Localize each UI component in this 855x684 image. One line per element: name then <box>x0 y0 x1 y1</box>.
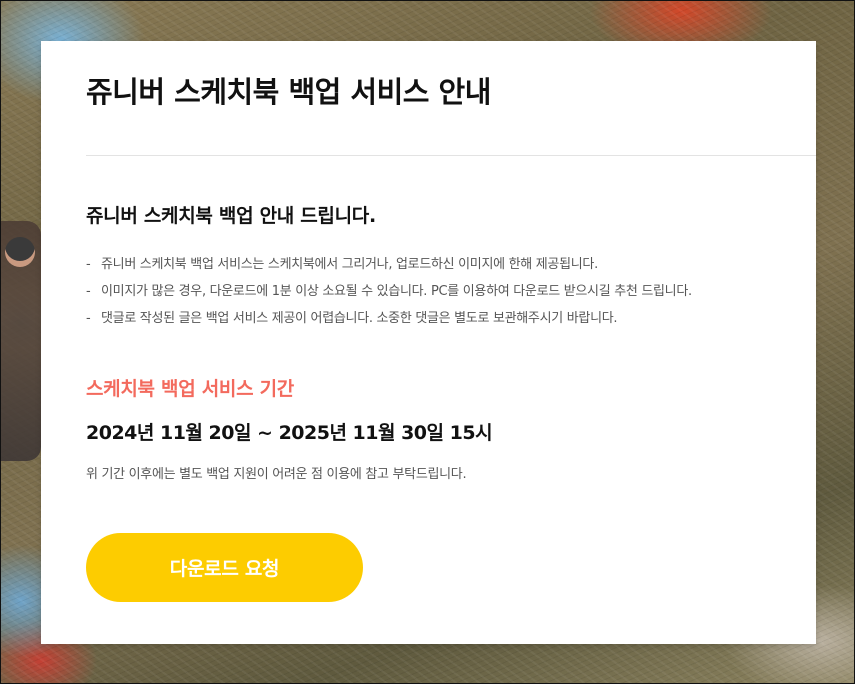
bullet-dash: - <box>86 311 91 326</box>
service-period-note: 위 기간 이후에는 별도 백업 지원이 어려운 점 이용에 참고 부탁드립니다. <box>86 467 467 482</box>
bullet-dash: - <box>86 284 91 299</box>
notice-item-text: 댓글로 작성된 글은 백업 서비스 제공이 어렵습니다. 소중한 댓글은 별도로… <box>101 311 618 326</box>
bullet-dash: - <box>86 257 91 272</box>
notice-item-text: 이미지가 많은 경우, 다운로드에 1분 이상 소요될 수 있습니다. PC를 … <box>101 284 692 299</box>
notice-item-text: 쥬니버 스케치북 백업 서비스는 스케치북에서 그리거나, 업로드하신 이미지에… <box>101 257 598 272</box>
notice-item: - 쥬니버 스케치북 백업 서비스는 스케치북에서 그리거나, 업로드하신 이미지… <box>86 251 796 278</box>
page-background: 쥬니버 스케치북 백업 서비스 안내 쥬니버 스케치북 백업 안내 드립니다. … <box>0 0 855 684</box>
service-period-date: 2024년 11월 20일 ~ 2025년 11월 30일 15시 <box>86 422 493 444</box>
notice-card: 쥬니버 스케치북 백업 서비스 안내 쥬니버 스케치북 백업 안내 드립니다. … <box>41 41 816 644</box>
background-person-helmet <box>5 237 35 267</box>
download-request-button[interactable]: 다운로드 요청 <box>86 533 363 602</box>
notice-item: - 이미지가 많은 경우, 다운로드에 1분 이상 소요될 수 있습니다. PC를… <box>86 278 796 305</box>
notice-list: - 쥬니버 스케치북 백업 서비스는 스케치북에서 그리거나, 업로드하신 이미지… <box>86 251 796 332</box>
title-divider <box>86 155 816 156</box>
page-title: 쥬니버 스케치북 백업 서비스 안내 <box>86 75 491 109</box>
notice-subtitle: 쥬니버 스케치북 백업 안내 드립니다. <box>86 205 376 227</box>
service-period-label: 스케치북 백업 서비스 기간 <box>86 378 294 400</box>
notice-item: - 댓글로 작성된 글은 백업 서비스 제공이 어렵습니다. 소중한 댓글은 별도… <box>86 305 796 332</box>
